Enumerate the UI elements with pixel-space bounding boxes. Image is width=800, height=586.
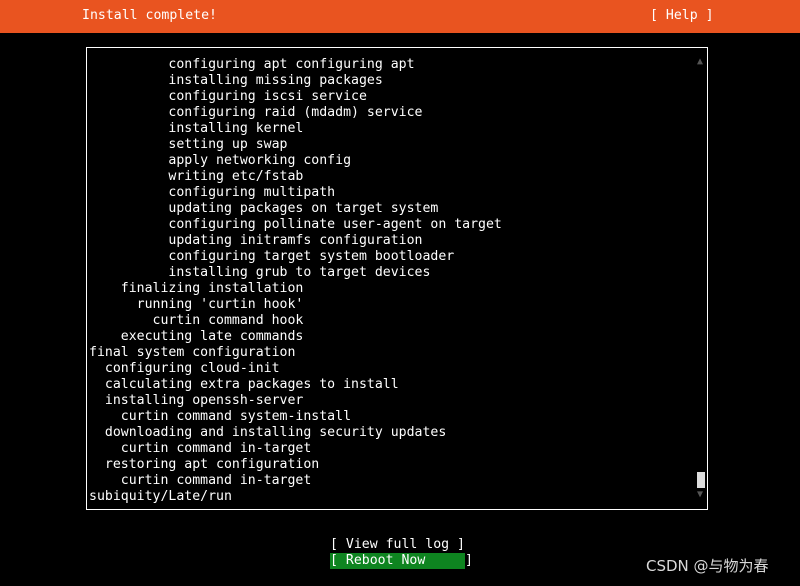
log-line: curtin command in-target	[89, 441, 312, 456]
log-line: finalizing installation	[89, 281, 304, 296]
log-line: configuring multipath	[89, 185, 336, 200]
log-line: curtin command in-target	[89, 473, 312, 488]
log-line: installing grub to target devices	[89, 265, 431, 280]
log-line: apply networking config	[89, 153, 352, 168]
log-line: calculating extra packages to install	[89, 377, 399, 392]
log-line: writing etc/fstab	[89, 169, 304, 184]
log-line: setting up swap	[89, 137, 288, 152]
log-lines: configuring apt configuring apt installi…	[89, 57, 502, 505]
log-line: curtin command system-install	[89, 409, 352, 424]
log-line: final system configuration	[89, 345, 296, 360]
log-line: configuring pollinate user-agent on targ…	[89, 217, 502, 232]
scroll-up-icon[interactable]: ▲	[697, 56, 703, 68]
log-line: updating packages on target system	[89, 201, 439, 216]
log-line: subiquity/Late/run	[89, 489, 232, 504]
install-log-panel[interactable]: configuring apt configuring apt installi…	[86, 47, 708, 510]
log-line: installing kernel	[89, 121, 304, 136]
log-line: running 'curtin hook'	[89, 297, 304, 312]
reboot-now-button[interactable]: [ Reboot Now ]	[330, 553, 473, 569]
watermark: CSDN @与物为春	[646, 557, 769, 575]
log-line: installing missing packages	[89, 73, 383, 88]
log-line: configuring raid (mdadm) service	[89, 105, 423, 120]
log-line: updating initramfs configuration	[89, 233, 423, 248]
log-line: executing late commands	[89, 329, 304, 344]
view-full-log-button[interactable]: [ View full log ]	[330, 537, 465, 553]
log-line: configuring cloud-init	[89, 361, 280, 376]
log-line: curtin command hook	[89, 313, 304, 328]
log-line: installing openssh-server	[89, 393, 304, 408]
log-line: configuring iscsi service	[89, 89, 367, 104]
scroll-down-icon[interactable]: ▼	[697, 489, 703, 501]
page-title: Install complete!	[82, 8, 217, 23]
log-line: restoring apt configuration	[89, 457, 320, 472]
log-line: downloading and installing security upda…	[89, 425, 447, 440]
help-button[interactable]: [ Help ]	[650, 8, 714, 24]
header-bar: Install complete! [ Help ]	[0, 0, 800, 33]
log-line: configuring apt configuring apt	[89, 57, 415, 72]
scrollbar-thumb[interactable]	[697, 472, 705, 488]
log-line: configuring target system bootloader	[89, 249, 455, 264]
